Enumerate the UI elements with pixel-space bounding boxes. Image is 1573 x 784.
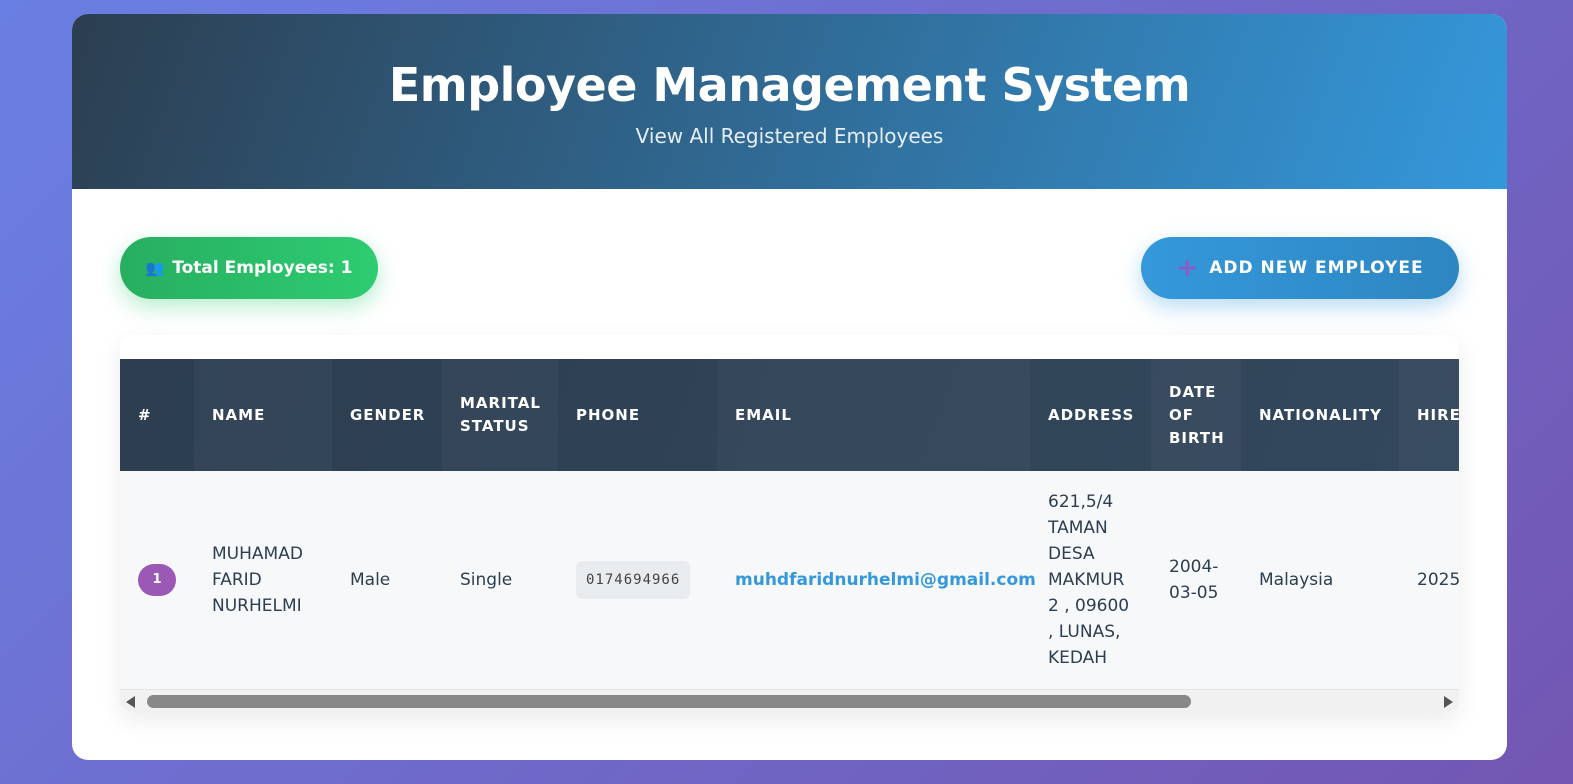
employee-table-container: # NAME GENDER MARITAL STATUS PHONE EMAIL… bbox=[120, 335, 1459, 712]
column-header-phone[interactable]: PHONE bbox=[558, 359, 717, 471]
plus-icon: + bbox=[1176, 253, 1200, 283]
cell-nationality: Malaysia bbox=[1259, 570, 1334, 590]
cell-email: muhdfaridnurhelmi@gmail.com bbox=[717, 471, 1036, 689]
table-row[interactable]: 1 MUHAMAD FARID NURHELMI Male Single 017… bbox=[120, 471, 1459, 689]
column-header-marital-status[interactable]: MARITAL STATUS bbox=[442, 359, 558, 471]
column-header-name[interactable]: NAME bbox=[194, 359, 332, 471]
horizontal-scrollbar[interactable] bbox=[120, 689, 1459, 712]
column-header-nationality[interactable]: NATIONALITY bbox=[1241, 359, 1399, 471]
column-header-gender[interactable]: GENDER bbox=[332, 359, 442, 471]
cell-address: 621,5/4 TAMAN DESA MAKMUR 2 , 09600 , LU… bbox=[1048, 492, 1130, 668]
table-scroll-area[interactable]: # NAME GENDER MARITAL STATUS PHONE EMAIL… bbox=[120, 359, 1459, 689]
cell-hire-date: 2025-09-01 bbox=[1417, 570, 1459, 590]
table-header-row: # NAME GENDER MARITAL STATUS PHONE EMAIL… bbox=[120, 359, 1459, 471]
cell-marital-status: Single bbox=[460, 570, 513, 590]
scroll-right-arrow-icon[interactable] bbox=[1444, 696, 1453, 708]
users-icon: 👥 bbox=[145, 259, 165, 277]
phone-pill: 0174694966 bbox=[576, 561, 691, 599]
main-card: Employee Management System View All Regi… bbox=[72, 14, 1507, 760]
toolbar: 👥 Total Employees: 1 + ADD NEW EMPLOYEE bbox=[120, 237, 1459, 299]
email-link[interactable]: muhdfaridnurhelmi@gmail.com bbox=[735, 570, 1036, 590]
cell-phone: 0174694966 bbox=[558, 471, 717, 689]
column-header-date-of-birth[interactable]: DATE OF BIRTH bbox=[1151, 359, 1241, 471]
scrollbar-thumb[interactable] bbox=[147, 695, 1191, 708]
cell-name: MUHAMAD FARID NURHELMI bbox=[212, 544, 303, 616]
row-number-badge: 1 bbox=[138, 564, 176, 596]
page-subtitle: View All Registered Employees bbox=[635, 124, 944, 148]
employee-table: # NAME GENDER MARITAL STATUS PHONE EMAIL… bbox=[120, 359, 1459, 689]
total-employees-label: Total Employees: 1 bbox=[172, 258, 353, 278]
column-header-hire-date[interactable]: HIRE DATE bbox=[1399, 359, 1459, 471]
column-header-email[interactable]: EMAIL bbox=[717, 359, 1030, 471]
scroll-left-arrow-icon[interactable] bbox=[126, 696, 135, 708]
cell-date-of-birth: 2004-03-05 bbox=[1169, 557, 1219, 603]
page-title: Employee Management System bbox=[388, 58, 1191, 112]
column-header-address[interactable]: ADDRESS bbox=[1030, 359, 1151, 471]
page-header: Employee Management System View All Regi… bbox=[72, 14, 1507, 189]
add-employee-button[interactable]: + ADD NEW EMPLOYEE bbox=[1141, 237, 1459, 299]
cell-number: 1 bbox=[120, 471, 194, 689]
add-employee-label: ADD NEW EMPLOYEE bbox=[1209, 258, 1424, 278]
column-header-number[interactable]: # bbox=[120, 359, 194, 471]
cell-gender: Male bbox=[350, 570, 391, 590]
total-employees-badge: 👥 Total Employees: 1 bbox=[120, 237, 378, 299]
